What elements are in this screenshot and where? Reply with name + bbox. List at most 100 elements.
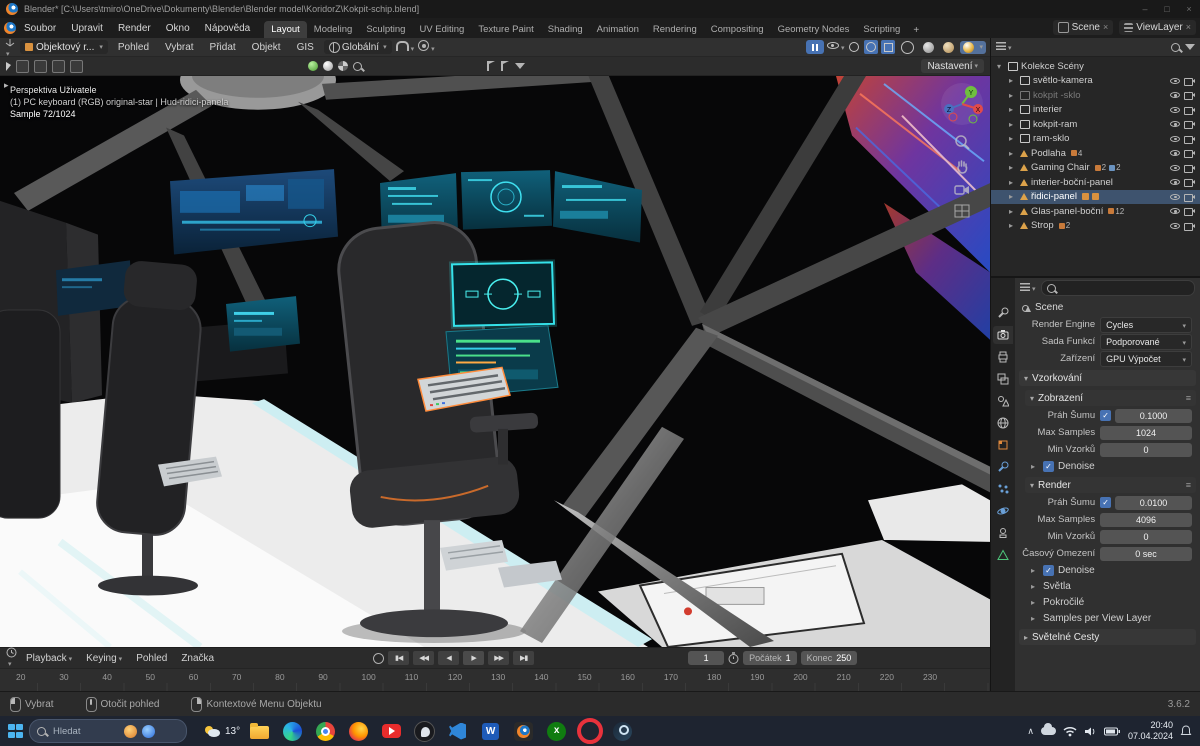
workspace-tab-sculpting[interactable]: Sculpting [359, 21, 412, 38]
samples-per-view-layer-row[interactable]: Samples per View Layer [1015, 610, 1200, 626]
section-light-paths[interactable]: Světelné Cesty [1019, 629, 1196, 645]
select-lasso-tool-icon[interactable] [52, 59, 65, 73]
tab-physics[interactable] [993, 502, 1013, 520]
outliner-item[interactable]: interier-boční-panel [991, 175, 1200, 190]
workspace-tab-layout[interactable]: Layout [264, 21, 307, 38]
flag-toggle-icon[interactable] [487, 61, 496, 71]
render-camera-icon[interactable] [1184, 221, 1196, 231]
workspace-tab-modeling[interactable]: Modeling [307, 21, 360, 38]
denoise-checkbox[interactable] [1043, 564, 1054, 576]
minimize-button[interactable] [1140, 4, 1150, 14]
maximize-button[interactable] [1162, 4, 1172, 14]
outliner-item[interactable]: Glas-panel-boční 12 [991, 204, 1200, 219]
timeline-menu-keying[interactable]: Keying [81, 652, 127, 665]
frame-end-field[interactable]: Konec 250 [800, 651, 858, 665]
section-sampling[interactable]: Vzorkování [1019, 370, 1196, 386]
viewport-menu-view[interactable]: Pohled [112, 41, 155, 54]
taskbar-app-firefox[interactable] [345, 718, 372, 745]
workspace-tab-shading[interactable]: Shading [541, 21, 590, 38]
visibility-eye-icon[interactable] [1169, 177, 1181, 187]
tab-object[interactable] [993, 436, 1013, 454]
pan-hand-icon[interactable] [954, 158, 970, 174]
show-overlays-toggle[interactable] [864, 40, 879, 54]
viewport-menu-select[interactable]: Vybrat [159, 41, 200, 54]
material-preview-icon[interactable] [308, 61, 318, 71]
filter-funnel-icon[interactable] [515, 63, 525, 69]
workspace-tab-scripting[interactable]: Scripting [856, 21, 907, 38]
time-limit-field[interactable]: 0 sec [1100, 546, 1192, 561]
tab-view-layer[interactable] [993, 370, 1013, 388]
outliner-item[interactable]: Podlaha 4 [991, 146, 1200, 161]
render-camera-icon[interactable] [1184, 149, 1196, 159]
expand-arrow-icon[interactable] [1009, 91, 1017, 100]
transform-tool-icon[interactable] [70, 59, 83, 73]
taskbar-app-edge[interactable] [279, 718, 306, 745]
viewport-menu-add[interactable]: Přidat [204, 41, 242, 54]
scene-selector[interactable]: Scene [1052, 19, 1114, 35]
tab-constraints[interactable] [993, 524, 1013, 542]
onedrive-cloud-icon[interactable] [1040, 723, 1056, 735]
render-camera-icon[interactable] [1184, 134, 1196, 144]
visibility-eye-icon[interactable] [1169, 105, 1181, 115]
workspace-tab-animation[interactable]: Animation [590, 21, 646, 38]
expand-arrow-icon[interactable] [997, 62, 1005, 71]
close-button[interactable] [1184, 4, 1194, 14]
outliner-item[interactable]: Gaming Chair 2 2 [991, 161, 1200, 176]
shading-rendered[interactable] [960, 40, 986, 54]
expand-arrow-icon[interactable] [1009, 149, 1017, 158]
timeline-editor-dropdown[interactable] [6, 647, 17, 669]
render-camera-icon[interactable] [1184, 163, 1196, 173]
select-box-tool-icon[interactable] [16, 59, 29, 73]
render-camera-icon[interactable] [1184, 178, 1196, 188]
render-camera-icon[interactable] [1184, 105, 1196, 115]
denoise-checkbox[interactable] [1043, 460, 1054, 472]
tab-particles[interactable] [993, 480, 1013, 498]
volume-icon[interactable] [1084, 726, 1097, 737]
taskbar-app-chrome[interactable] [312, 718, 339, 745]
shading-material[interactable] [940, 41, 957, 54]
properties-editor-dropdown[interactable] [1020, 282, 1036, 294]
expand-arrow-icon[interactable] [1009, 120, 1017, 129]
tab-world[interactable] [993, 414, 1013, 432]
taskbar-app-opera[interactable] [576, 718, 603, 745]
r-min-samples-field[interactable]: 0 [1100, 529, 1192, 544]
start-button[interactable] [8, 723, 23, 739]
taskbar-search-input[interactable] [51, 724, 119, 738]
menu-edit[interactable]: Upravit [64, 21, 110, 36]
remove-view-layer-icon[interactable] [1186, 22, 1191, 33]
render-camera-icon[interactable] [1184, 76, 1196, 86]
stopwatch-icon[interactable] [728, 652, 739, 664]
preset-menu-icon[interactable] [1186, 393, 1191, 403]
jump-to-end-button[interactable]: ▶▮ [513, 651, 535, 665]
current-frame-field[interactable]: 1 [688, 651, 725, 665]
r-max-samples-field[interactable]: 4096 [1100, 512, 1192, 527]
notification-bell-icon[interactable] [1180, 725, 1192, 737]
expand-arrow-icon[interactable] [1009, 105, 1017, 114]
timeline-ruler[interactable]: 20 30 40 50 60 70 80 90 100 110 120 130 … [0, 668, 990, 691]
preset-menu-icon[interactable] [1186, 480, 1191, 490]
taskbar-app-youtube[interactable] [378, 718, 405, 745]
zoom-tool-icon[interactable] [954, 134, 970, 150]
tab-tool[interactable] [993, 304, 1013, 322]
select-circle-tool-icon[interactable] [34, 59, 47, 73]
render-camera-icon[interactable] [1184, 192, 1196, 202]
taskbar-app-folder[interactable] [246, 718, 273, 745]
workspace-tab-compositing[interactable]: Compositing [704, 21, 771, 38]
visibility-eye-icon[interactable] [1169, 192, 1181, 202]
advanced-section-row[interactable]: Pokročilé [1015, 594, 1200, 610]
tab-object-data[interactable] [993, 546, 1013, 564]
visibility-dropdown[interactable] [826, 41, 845, 53]
menu-window[interactable]: Okno [159, 21, 197, 36]
visibility-eye-icon[interactable] [1169, 206, 1181, 216]
outliner-root-collection[interactable]: Kolekce Scény [991, 59, 1200, 74]
expand-arrow-icon[interactable] [1009, 192, 1017, 201]
r-denoise-row[interactable]: Denoise [1015, 562, 1200, 578]
vp-min-samples-field[interactable]: 0 [1100, 442, 1192, 457]
timeline-menu-marker[interactable]: Značka [176, 652, 219, 665]
taskbar-app-obs[interactable] [411, 718, 438, 745]
play-button[interactable]: ▶ [463, 651, 485, 665]
outliner-item[interactable]: kokpit-ram [991, 117, 1200, 132]
viewport-menu-object[interactable]: Objekt [246, 41, 287, 54]
outliner-search-icon[interactable] [1171, 42, 1180, 52]
expand-arrow-icon[interactable] [1009, 163, 1017, 172]
